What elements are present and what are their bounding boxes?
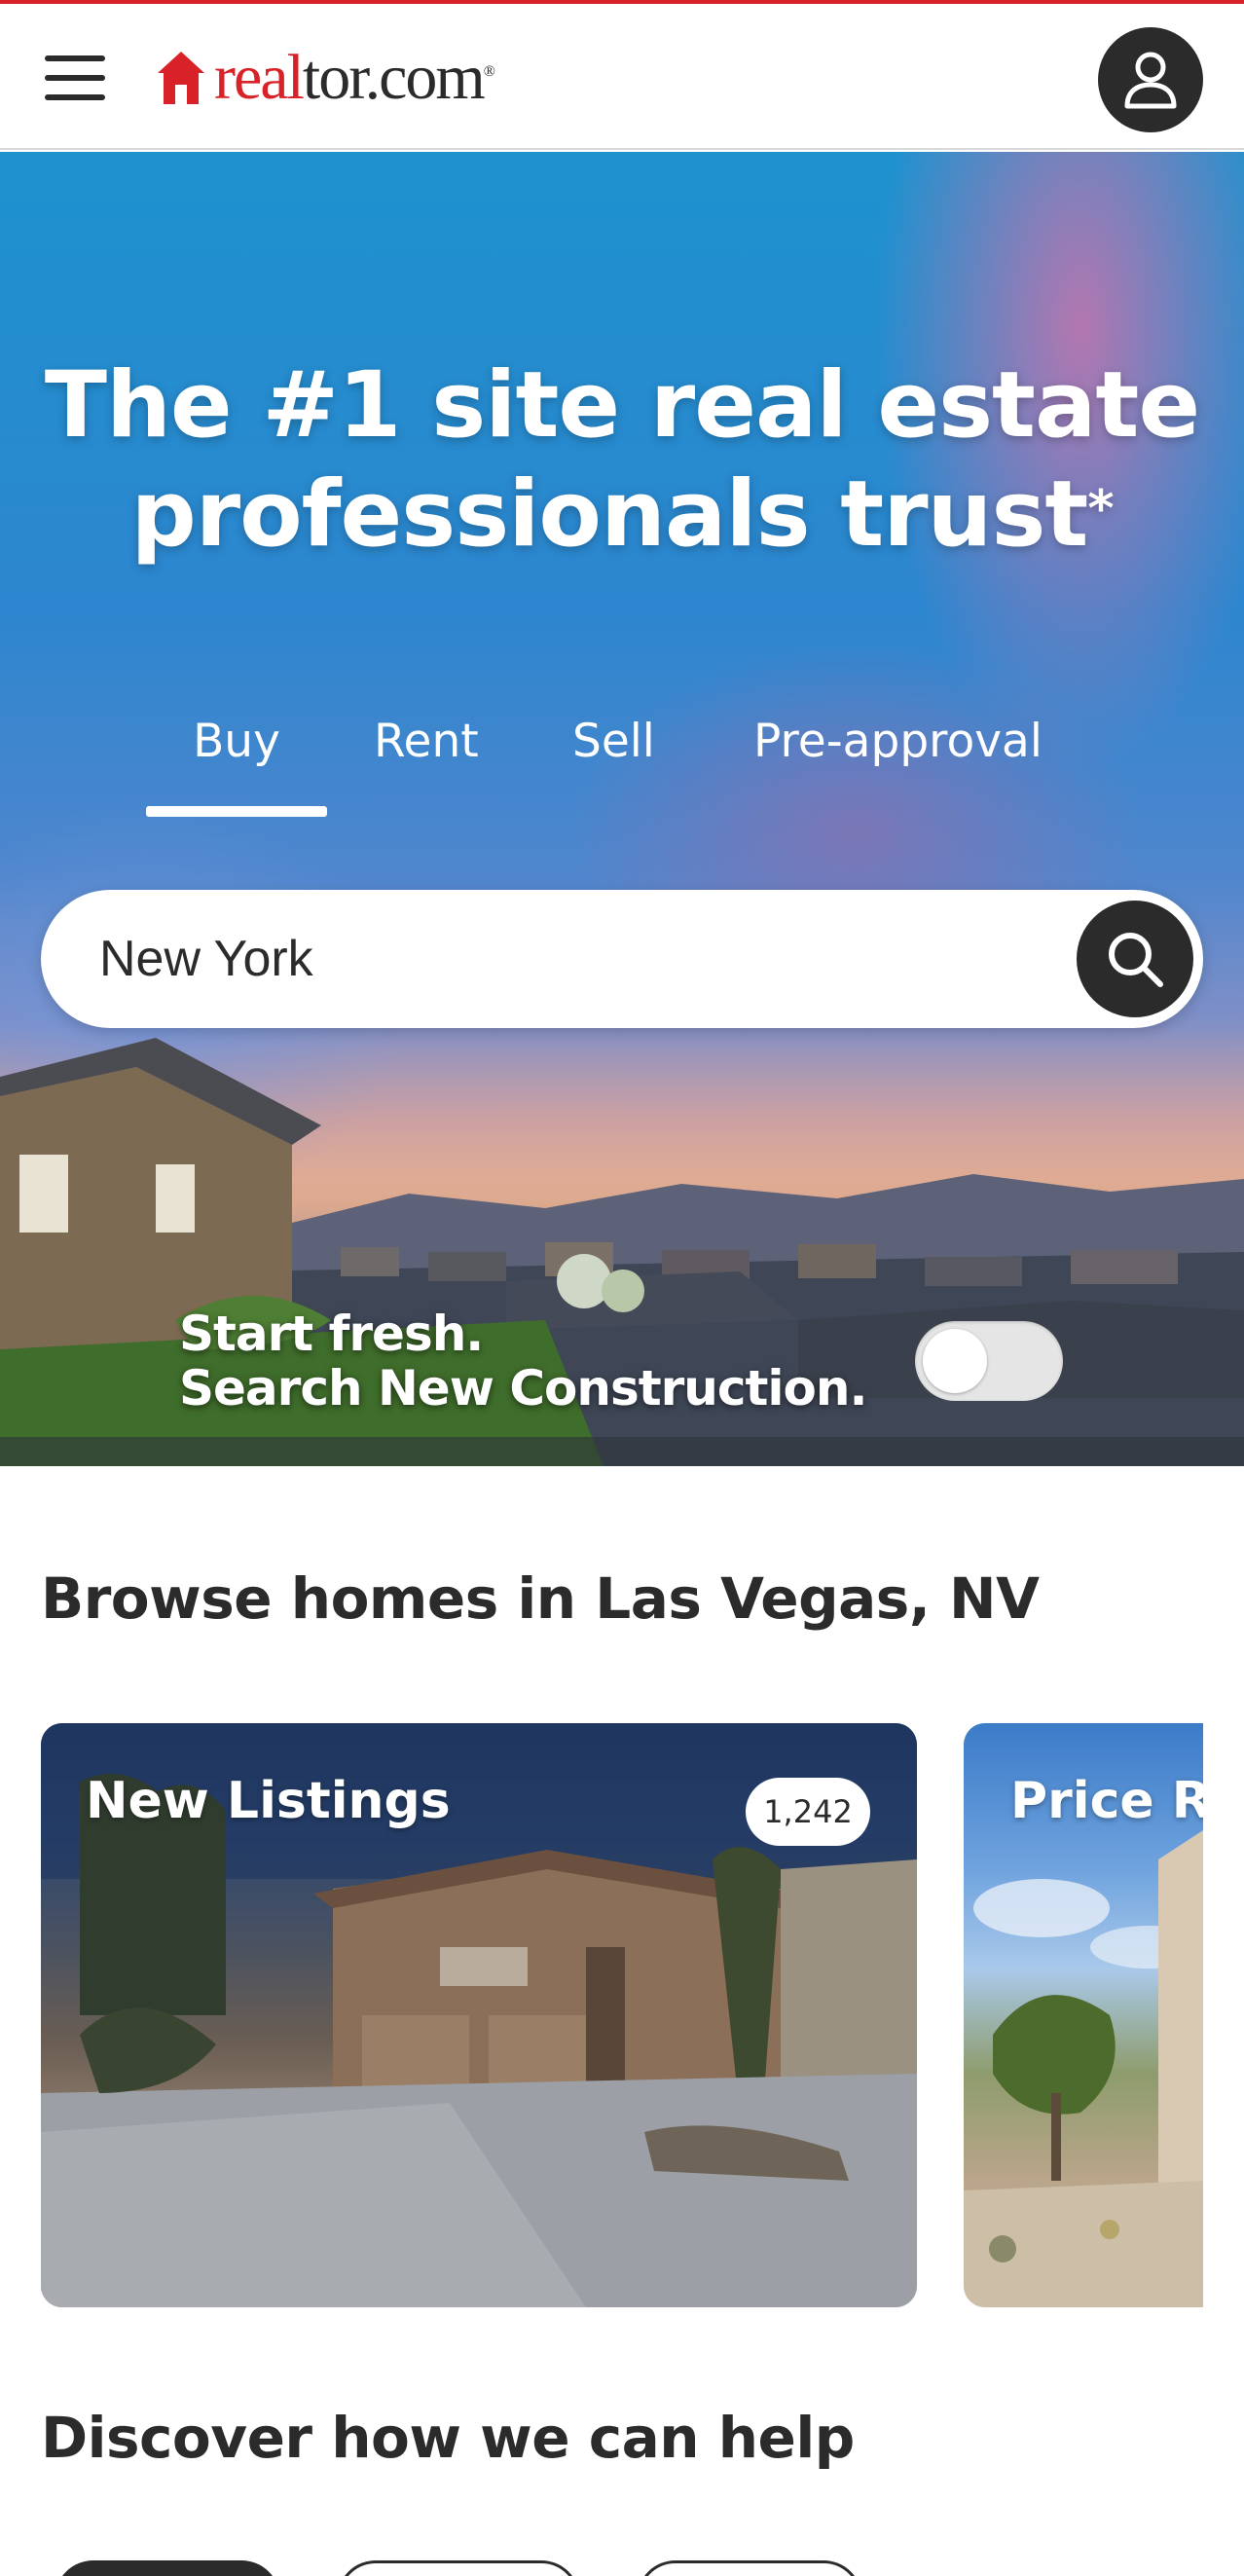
new-listings-card[interactable]: New Listings 1,242: [41, 1723, 917, 2307]
tab-sell[interactable]: Sell: [572, 703, 655, 781]
hamburger-menu-icon[interactable]: [45, 55, 105, 100]
selected-tab-indicator: [146, 806, 327, 817]
new-construction-toggle[interactable]: [915, 1321, 1063, 1401]
tab-buy[interactable]: Buy: [146, 703, 327, 781]
logo-text-dark: tor.com: [302, 42, 486, 113]
search-icon: [1109, 933, 1163, 987]
price-reduced-title: Price R: [1010, 1772, 1203, 1830]
logo-text-red: real: [214, 42, 305, 113]
new-construction-promo-text: Start fresh. Search New Construction.: [179, 1306, 867, 1416]
user-account-icon[interactable]: [1098, 27, 1203, 132]
hero-headline-line-1: The #1 site real estate: [44, 352, 1200, 459]
house-logo-icon: [158, 52, 204, 104]
search-mode-tabs: Buy Rent Sell Pre-approval: [0, 703, 1244, 781]
hero-headline-line-2: professionals trust: [130, 461, 1088, 568]
tab-pre-approval[interactable]: Pre-approval: [753, 703, 1043, 781]
new-listings-count-badge: 1,242: [746, 1778, 870, 1846]
headline-footnote-mark: *: [1087, 480, 1114, 538]
new-listings-title: New Listings: [86, 1772, 451, 1830]
discover-help-title: Discover how we can help: [41, 2405, 855, 2471]
search-button[interactable]: [1077, 901, 1193, 1017]
price-reduced-card[interactable]: Price R: [964, 1723, 1203, 2307]
hero-headline: The #1 site real estate professionals tr…: [0, 351, 1244, 570]
help-pill-1[interactable]: [55, 2560, 280, 2576]
realtor-logo[interactable]: realtor.com®: [156, 39, 495, 117]
site-header: realtor.com®: [0, 4, 1244, 150]
hero-section: The #1 site real estate professionals tr…: [0, 152, 1244, 1466]
help-category-pills: [0, 2560, 1244, 2576]
tab-rent[interactable]: Rent: [374, 703, 479, 781]
location-search-bar: [41, 890, 1203, 1028]
help-pill-3[interactable]: [637, 2560, 862, 2576]
promo-line-2: Search New Construction.: [179, 1360, 867, 1417]
toggle-knob: [923, 1329, 987, 1393]
promo-line-1: Start fresh.: [179, 1306, 484, 1362]
location-search-input[interactable]: [99, 925, 1053, 993]
help-pill-2[interactable]: [337, 2560, 580, 2576]
browse-homes-title: Browse homes in Las Vegas, NV: [41, 1565, 1040, 1632]
logo-registered-mark: ®: [483, 63, 495, 80]
